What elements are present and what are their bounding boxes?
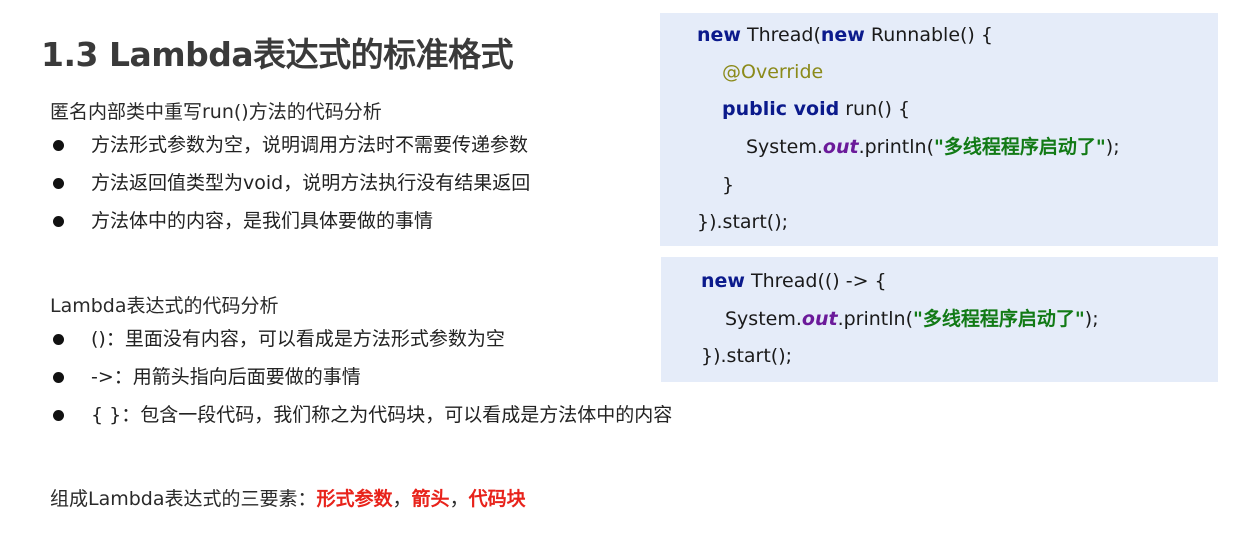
bullet-text: 方法形式参数为空，说明调用方法时不需要传递参数 [91, 134, 529, 156]
code-text: run() { [839, 98, 911, 120]
code-line: @Override [722, 60, 823, 84]
code-text: Thread(() -> { [744, 270, 887, 292]
anon-class-heading: 匿名内部类中重写run()方法的代码分析 [50, 101, 382, 123]
summary-prefix: 组成Lambda表达式的三要素： [50, 488, 317, 510]
code-text: ); [1084, 308, 1099, 330]
code-text: }).start(); [701, 345, 793, 367]
code-line: } [722, 173, 734, 197]
code-annotation: @Override [722, 61, 824, 83]
element-arrow: 箭头 [411, 488, 450, 510]
code-keyword: new [701, 270, 745, 292]
lambda-code-block: new Thread(() -> { System.out.println("多… [661, 257, 1218, 382]
bullet-text: 方法体中的内容，是我们具体要做的事情 [91, 210, 434, 232]
code-keyword: new [697, 24, 741, 46]
anon-class-code-block: new Thread(new Runnable() { @Override pu… [660, 13, 1218, 246]
bullet-dot-icon [53, 216, 64, 227]
code-text: System. [725, 308, 802, 330]
bullet-dot-icon [53, 372, 64, 383]
code-text: ); [1105, 136, 1120, 158]
code-line: public void run() { [722, 97, 910, 121]
code-string-literal: "多线程程序启动了" [912, 308, 1085, 330]
code-keyword: public void [722, 98, 840, 120]
bullet-dot-icon [53, 178, 64, 189]
code-text: }).start(); [697, 211, 789, 233]
code-line: new Thread(new Runnable() { [697, 23, 993, 47]
bullet-dot-icon [53, 334, 64, 345]
bullet-text: ->：用箭头指向后面要做的事情 [91, 366, 361, 388]
code-static-field: out [801, 308, 838, 330]
code-line: }).start(); [701, 344, 792, 368]
code-keyword: new [820, 24, 865, 46]
code-text: Thread( [740, 24, 821, 46]
bullet-dot-icon [53, 410, 64, 421]
slide-title: 1.3 Lambda表达式的标准格式 [41, 35, 514, 74]
summary-separator: ， [449, 488, 469, 510]
element-code-block: 代码块 [468, 488, 526, 510]
lambda-heading: Lambda表达式的代码分析 [50, 295, 279, 317]
code-line: System.out.println("多线程程序启动了"); [725, 307, 1099, 331]
bullet-text: 方法返回值类型为void，说明方法执行没有结果返回 [91, 172, 531, 194]
code-line: }).start(); [697, 210, 788, 234]
code-text: .println( [858, 136, 934, 158]
code-string-literal: "多线程程序启动了" [933, 136, 1106, 158]
code-line: new Thread(() -> { [701, 269, 887, 293]
summary-separator: ， [392, 488, 412, 510]
code-text: System. [746, 136, 823, 158]
code-text: Runnable() { [864, 24, 993, 46]
element-formal-params: 形式参数 [316, 488, 393, 510]
three-elements-summary: 组成Lambda表达式的三要素：形式参数，箭头，代码块 [50, 484, 526, 511]
code-text: } [722, 174, 735, 196]
bullet-text: ()：里面没有内容，可以看成是方法形式参数为空 [91, 328, 505, 350]
code-static-field: out [822, 136, 859, 158]
bullet-dot-icon [53, 140, 64, 151]
code-line: System.out.println("多线程程序启动了"); [746, 135, 1120, 159]
bullet-text: { }：包含一段代码，我们称之为代码块，可以看成是方法体中的内容 [91, 404, 673, 426]
code-text: .println( [837, 308, 913, 330]
